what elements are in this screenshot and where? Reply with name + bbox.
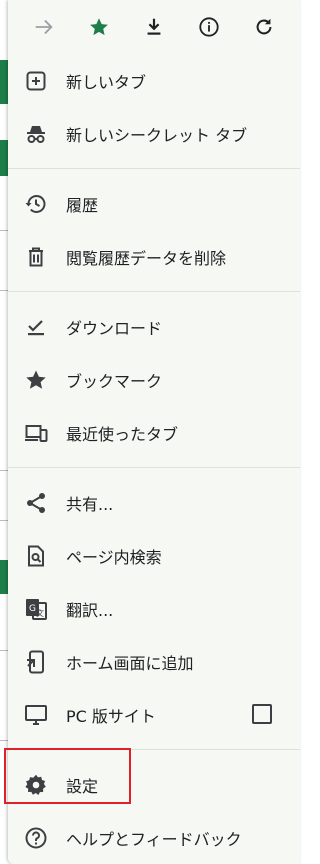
plus-box-icon [22, 67, 50, 95]
menu-item-label: 翻訳... [66, 600, 114, 620]
star-icon [22, 366, 50, 394]
menu-item-label: ホーム画面に追加 [66, 653, 194, 673]
desktop-site-checkbox[interactable] [252, 704, 272, 724]
menu-item-label: 設定 [66, 776, 99, 796]
menu-item-label: 最近使ったタブ [66, 424, 179, 444]
translate-icon: G文 [22, 595, 50, 623]
menu-item-label: ページ内検索 [66, 547, 162, 567]
menu-item-new-tab[interactable]: 新しいタブ [8, 54, 300, 107]
menu-item-translate[interactable]: G文 翻訳... [8, 582, 300, 635]
menu-item-add-to-home-screen[interactable]: ホーム画面に追加 [8, 635, 300, 688]
background-green-bar [0, 560, 8, 594]
reload-icon[interactable] [246, 9, 282, 45]
menu-item-bookmarks[interactable]: ブックマーク [8, 353, 300, 406]
menu-item-new-incognito-tab[interactable]: 新しいシークレット タブ [8, 107, 300, 160]
help-icon [22, 824, 50, 852]
download-check-icon [22, 313, 50, 341]
menu-item-desktop-site[interactable]: PC 版サイト [8, 688, 300, 741]
menu-divider [8, 467, 300, 468]
trash-icon [22, 243, 50, 271]
menu-item-recent-tabs[interactable]: 最近使ったタブ [8, 406, 300, 459]
menu-item-label: 閲覧履歴データを削除 [66, 248, 227, 268]
menu-item-label: ブックマーク [66, 371, 163, 391]
menu-divider [8, 749, 300, 750]
menu-item-downloads[interactable]: ダウンロード [8, 300, 300, 353]
menu-item-settings[interactable]: 設定 [8, 758, 300, 811]
menu-item-history[interactable]: 履歴 [8, 177, 300, 230]
menu-item-label: ダウンロード [66, 318, 163, 338]
menu-toolbar [8, 0, 300, 54]
menu-item-label: 共有... [66, 494, 114, 514]
history-icon [22, 190, 50, 218]
overflow-menu: 新しいタブ 新しいシークレット タブ 履歴 閲覧履歴データを削除 ダウンロード … [8, 0, 300, 864]
menu-item-label: 新しいタブ [66, 72, 147, 92]
incognito-icon [22, 120, 50, 148]
menu-item-label: ヘルプとフィードバック [66, 829, 242, 849]
devices-icon [22, 419, 50, 447]
background-green-bar [0, 140, 8, 176]
menu-item-share[interactable]: 共有... [8, 476, 300, 529]
gear-icon [22, 771, 50, 799]
menu-item-help-and-feedback[interactable]: ヘルプとフィードバック [8, 811, 300, 864]
desktop-icon [22, 701, 50, 729]
menu-item-label: PC 版サイト [66, 706, 156, 726]
info-icon[interactable] [191, 9, 227, 45]
menu-item-label: 新しいシークレット タブ [66, 125, 248, 145]
background-green-bar [0, 60, 8, 104]
add-to-home-icon [22, 648, 50, 676]
find-in-page-icon [22, 542, 50, 570]
svg-text:G: G [29, 604, 36, 614]
share-icon [22, 489, 50, 517]
bookmark-star-icon[interactable] [81, 9, 117, 45]
menu-item-clear-browsing-data[interactable]: 閲覧履歴データを削除 [8, 230, 300, 283]
svg-text:文: 文 [36, 608, 44, 618]
menu-divider [8, 168, 300, 169]
menu-item-find-in-page[interactable]: ページ内検索 [8, 529, 300, 582]
download-icon[interactable] [136, 9, 172, 45]
menu-item-label: 履歴 [66, 195, 99, 215]
menu-divider [8, 291, 300, 292]
back-arrow-icon[interactable] [26, 9, 62, 45]
